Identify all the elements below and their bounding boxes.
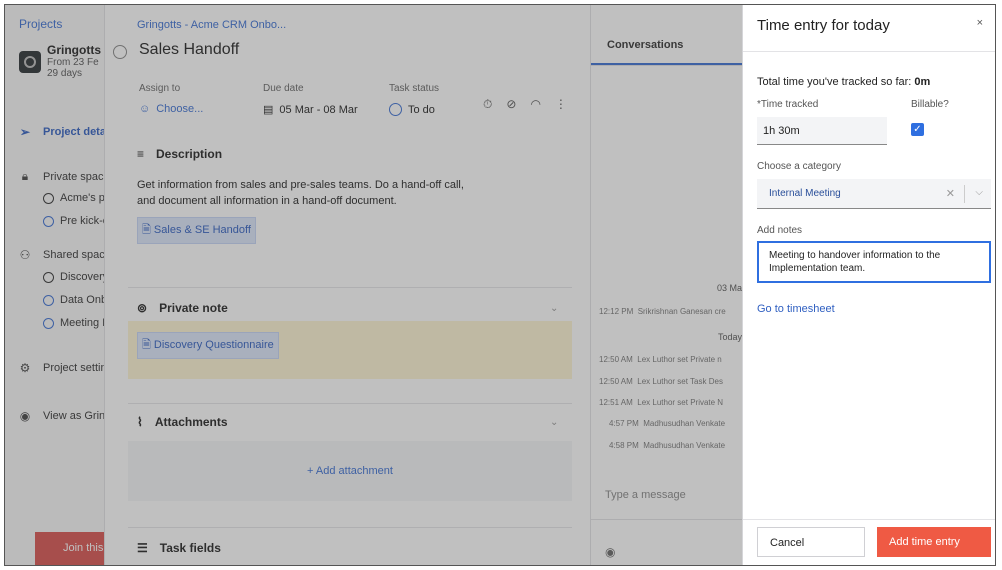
notes-label: Add notes (757, 225, 803, 236)
category-select[interactable]: Internal Meeting ✕ ⌵ (757, 179, 991, 209)
add-time-entry-button[interactable]: Add time entry (877, 527, 991, 557)
divider (743, 51, 995, 52)
chevron-down-icon[interactable]: ⌵ (975, 187, 983, 198)
time-tracked-label: *Time tracked (757, 99, 819, 110)
time-tracked-input[interactable]: 1h 30m (757, 117, 887, 145)
panel-title: Time entry for today (757, 17, 890, 34)
notes-textarea[interactable]: Meeting to handover information to the I… (757, 241, 991, 283)
total-time-label: Total time you've tracked so far: (757, 76, 912, 88)
divider (743, 519, 995, 520)
total-time-tracked: Total time you've tracked so far: 0m (757, 76, 930, 88)
select-separator (964, 185, 965, 203)
modal-backdrop[interactable] (5, 5, 742, 565)
clear-icon[interactable]: ✕ (946, 187, 955, 200)
billable-label: Billable? (911, 99, 949, 110)
cancel-button[interactable]: Cancel (757, 527, 865, 557)
billable-checkbox[interactable]: ✓ (911, 123, 924, 136)
time-entry-panel: Time entry for today × Total time you've… (742, 5, 995, 565)
close-icon[interactable]: × (977, 17, 983, 29)
total-time-value: 0m (914, 76, 931, 88)
go-to-timesheet-link[interactable]: Go to timesheet (757, 303, 835, 315)
category-label: Choose a category (757, 161, 841, 172)
category-value: Internal Meeting (769, 188, 841, 199)
app-window: Projects Gringotts From 23 Fe 29 days ➢ … (4, 4, 996, 566)
